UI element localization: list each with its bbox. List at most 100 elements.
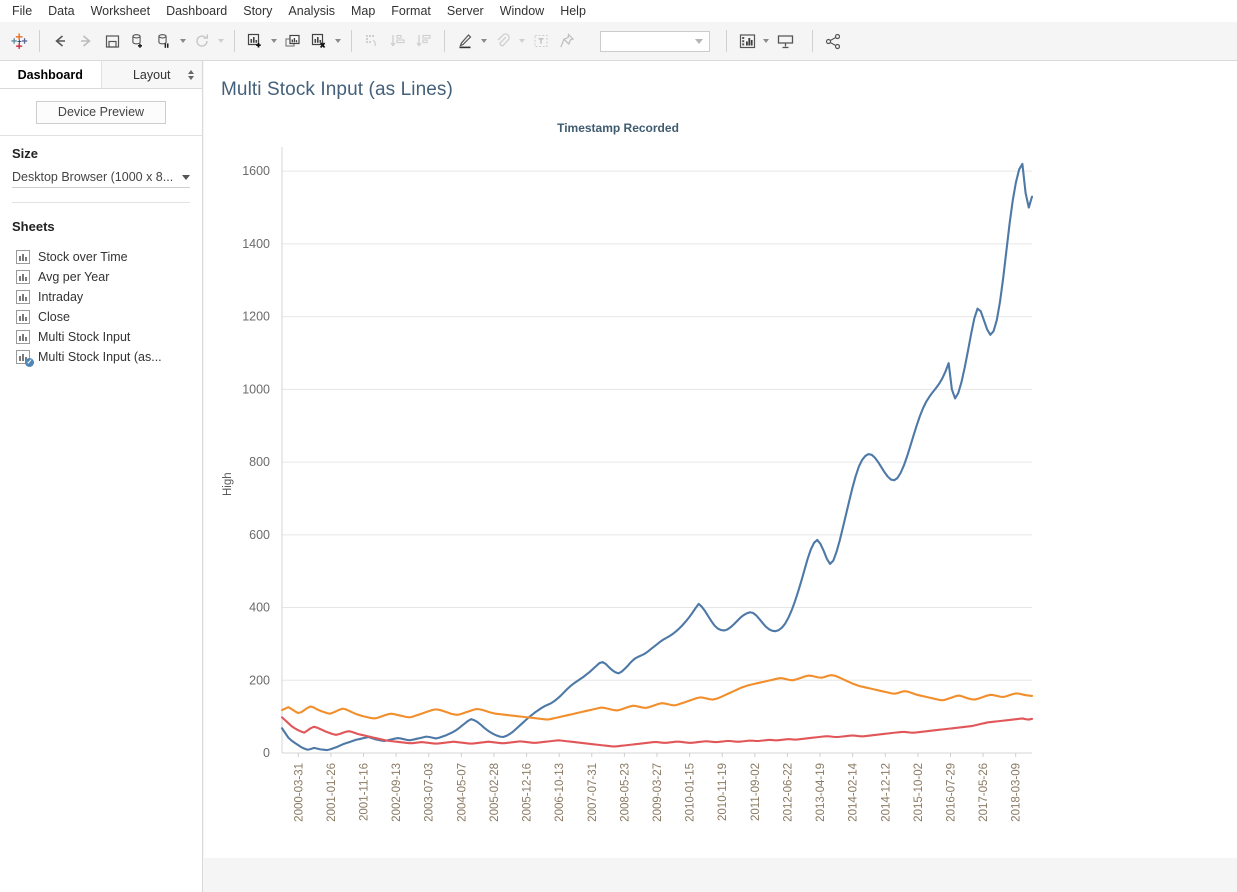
menu-bar: FileDataWorksheetDashboardStoryAnalysisM… — [0, 0, 1237, 22]
worksheet-icon — [16, 250, 30, 264]
highlighter-icon[interactable] — [452, 28, 478, 54]
toolbar-divider-5 — [726, 30, 727, 52]
menu-item-file[interactable]: File — [4, 1, 40, 21]
tab-dashboard-label: Dashboard — [18, 68, 83, 82]
clear-sheet-caret-icon[interactable] — [332, 28, 344, 54]
x-tick-label: 2012-06-22 — [782, 763, 794, 822]
device-preview-label: Device Preview — [58, 105, 144, 119]
x-tick-label: 2005-02-28 — [489, 763, 501, 822]
new-worksheet-icon[interactable] — [242, 28, 268, 54]
pause-data-updates-icon[interactable] — [151, 28, 177, 54]
tab-layout[interactable]: Layout — [101, 61, 203, 88]
forward-arrow-icon[interactable] — [73, 28, 99, 54]
new-dashboard-icon[interactable] — [280, 28, 306, 54]
sort-descending-icon — [411, 28, 437, 54]
size-section-title: Size — [12, 146, 190, 161]
y-tick-label: 200 — [249, 673, 270, 687]
share-icon[interactable] — [820, 28, 846, 54]
pause-dropdown-caret-icon[interactable] — [177, 28, 189, 54]
left-panel: Dashboard Layout Device Preview Size Des… — [0, 61, 203, 892]
page-title: Multi Stock Input (as Lines) — [221, 79, 453, 101]
attachment-caret-icon — [516, 28, 528, 54]
menu-item-analysis[interactable]: Analysis — [280, 1, 343, 21]
back-arrow-icon[interactable] — [47, 28, 73, 54]
menu-item-map[interactable]: Map — [343, 1, 383, 21]
show-me-icon[interactable] — [734, 28, 760, 54]
menu-item-help[interactable]: Help — [552, 1, 594, 21]
device-preview-button[interactable]: Device Preview — [36, 101, 166, 124]
tab-dashboard[interactable]: Dashboard — [0, 61, 101, 88]
x-tick-label: 2013-04-19 — [815, 763, 827, 822]
size-section: Size Desktop Browser (1000 x 8... — [0, 136, 202, 209]
panel-resize-handle-icon[interactable] — [188, 70, 194, 80]
toolbar-divider-2 — [234, 30, 235, 52]
line-chart-svg[interactable]: 020040060080010001200140016002000-03-312… — [204, 141, 1237, 841]
x-tick-label: 2016-07-29 — [945, 763, 957, 822]
chart-area[interactable]: High 020040060080010001200140016002000-0… — [204, 141, 1237, 841]
size-dropdown[interactable]: Desktop Browser (1000 x 8... — [12, 170, 190, 188]
sheet-item[interactable]: Close — [14, 307, 202, 327]
x-tick-label: 2005-12-16 — [522, 763, 534, 822]
presentation-mode-icon[interactable] — [772, 28, 798, 54]
sheet-item[interactable]: Intraday — [14, 287, 202, 307]
worksheet-icon — [16, 270, 30, 284]
sheet-item-label: Close — [38, 310, 70, 324]
sheets-list: Stock over Time Avg per Year Intraday Close… — [0, 245, 202, 367]
show-me-caret-icon[interactable] — [760, 28, 772, 54]
sheet-item[interactable]: ✓ Multi Stock Input (as... — [14, 347, 202, 367]
clear-sheet-icon[interactable] — [306, 28, 332, 54]
sheet-item[interactable]: Stock over Time — [14, 247, 202, 267]
toolbar-divider-3 — [351, 30, 352, 52]
worksheet-icon: ✓ — [16, 350, 30, 364]
sheet-item-label: Intraday — [38, 290, 83, 304]
toolbar-divider-6 — [812, 30, 813, 52]
sheet-item[interactable]: Avg per Year — [14, 267, 202, 287]
dashboard-canvas: Multi Stock Input (as Lines) Timestamp R… — [204, 61, 1237, 858]
y-tick-label: 800 — [249, 455, 270, 469]
tableau-logo-icon[interactable] — [6, 28, 32, 54]
menu-item-format[interactable]: Format — [383, 1, 439, 21]
sheet-item-label: Stock over Time — [38, 250, 128, 264]
text-label-icon — [528, 28, 554, 54]
x-tick-label: 2010-01-15 — [685, 763, 697, 822]
sheets-section-title: Sheets — [12, 219, 190, 234]
menu-item-data[interactable]: Data — [40, 1, 82, 21]
worksheet-icon — [16, 310, 30, 324]
x-tick-label: 2006-10-13 — [554, 763, 566, 822]
x-tick-label: 2002-09-13 — [391, 763, 403, 822]
toolbar — [0, 22, 1237, 61]
sort-path-icon — [359, 28, 385, 54]
sheet-item[interactable]: Multi Stock Input — [14, 327, 202, 347]
sort-ascending-icon — [385, 28, 411, 54]
menu-item-story[interactable]: Story — [235, 1, 280, 21]
series-line-amzn — [282, 164, 1032, 750]
menu-item-server[interactable]: Server — [439, 1, 492, 21]
x-tick-label: 2014-02-14 — [848, 762, 860, 821]
refresh-data-source-icon — [189, 28, 215, 54]
menu-item-window[interactable]: Window — [492, 1, 552, 21]
menu-item-dashboard[interactable]: Dashboard — [158, 1, 235, 21]
x-tick-label: 2018-03-09 — [1011, 763, 1023, 822]
x-tick-label: 2000-03-31 — [293, 763, 305, 822]
sheet-item-label: Multi Stock Input (as... — [38, 350, 162, 364]
highlighter-caret-icon[interactable] — [478, 28, 490, 54]
toolbar-divider-4 — [444, 30, 445, 52]
y-tick-label: 0 — [263, 746, 270, 760]
device-preview-section: Device Preview — [0, 89, 202, 136]
panel-tabs: Dashboard Layout — [0, 61, 202, 89]
pin-icon — [554, 28, 580, 54]
fit-dropdown[interactable] — [600, 31, 710, 52]
y-tick-label: 400 — [249, 601, 270, 615]
x-tick-label: 2009-03-27 — [652, 763, 664, 822]
y-tick-label: 600 — [249, 528, 270, 542]
toolbar-divider — [39, 30, 40, 52]
add-data-source-icon[interactable] — [125, 28, 151, 54]
x-tick-label: 2007-07-31 — [587, 763, 599, 822]
refresh-dropdown-caret-icon — [215, 28, 227, 54]
menu-item-worksheet[interactable]: Worksheet — [83, 1, 159, 21]
x-tick-label: 2017-05-26 — [978, 763, 990, 822]
sheet-item-label: Avg per Year — [38, 270, 109, 284]
save-icon[interactable] — [99, 28, 125, 54]
new-worksheet-caret-icon[interactable] — [268, 28, 280, 54]
tab-layout-label: Layout — [133, 68, 171, 82]
